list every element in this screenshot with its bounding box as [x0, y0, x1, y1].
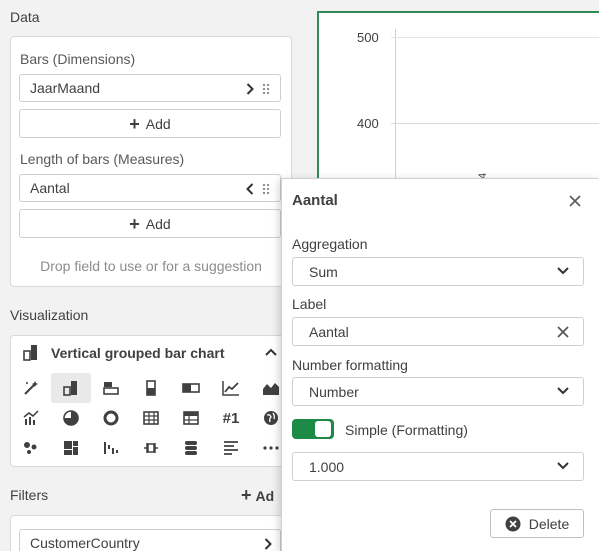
clear-icon[interactable] [557, 326, 569, 338]
chevron-down-icon [557, 267, 569, 275]
treemap-icon[interactable] [51, 433, 91, 463]
add-measure-label: Add [145, 215, 171, 232]
format-pattern-value: 1.000 [309, 459, 345, 475]
y-tick-400: 400 [357, 116, 379, 131]
delete-label: Delete [528, 515, 570, 532]
chevron-right-icon[interactable] [246, 83, 254, 95]
delete-button[interactable]: Delete [490, 509, 584, 538]
viz-row-2: #1 [11, 403, 291, 433]
aggregation-value: Sum [309, 264, 338, 280]
add-measure-button[interactable]: + Add [19, 209, 281, 238]
distribution-plot-icon[interactable] [91, 433, 131, 463]
drop-hint: Drop field to use or for a suggestion [40, 258, 262, 274]
chevron-up-icon[interactable] [265, 348, 277, 356]
aggregation-label: Aggregation [292, 236, 368, 252]
auto-chart-icon[interactable] [11, 373, 51, 403]
box-plot-icon[interactable] [131, 433, 171, 463]
filter-field-label: CustomerCountry [30, 535, 140, 551]
plus-icon: + [129, 113, 140, 134]
visualization-section-title: Visualization [10, 307, 89, 323]
number-formatting-value: Number [309, 384, 359, 400]
close-icon[interactable] [569, 195, 581, 207]
chevron-right-icon[interactable] [264, 538, 272, 550]
gauge-bar-icon[interactable] [171, 373, 211, 403]
donut-chart-icon[interactable] [91, 403, 131, 433]
toggle-knob [315, 421, 331, 437]
filters-section-title: Filters [10, 487, 49, 503]
add-dimension-button[interactable]: + Add [19, 109, 281, 138]
filter-field-customercountry[interactable]: CustomerCountry [19, 529, 281, 551]
combo-chart-icon[interactable] [11, 403, 51, 433]
pie-chart-icon[interactable] [51, 403, 91, 433]
chevron-down-icon [557, 462, 569, 470]
bullet-chart-icon[interactable] [131, 373, 171, 403]
simple-formatting-toggle[interactable] [292, 419, 334, 439]
popover-title: Aantal [292, 192, 338, 209]
data-panel: Bars (Dimensions) JaarMaand + Add Length… [10, 36, 292, 287]
measure-field-label: Aantal [30, 180, 70, 196]
dimension-field-label: JaarMaand [30, 80, 101, 96]
delete-icon [505, 516, 521, 531]
viz-row-1 [11, 373, 291, 403]
gridline-400 [391, 123, 599, 124]
dimension-field-jaarmaand[interactable]: JaarMaand [19, 74, 281, 102]
visualization-panel: Vertical grouped bar chart #1 [10, 335, 292, 467]
selected-chart-type: Vertical grouped bar chart [51, 345, 225, 361]
plus-icon: + [129, 213, 140, 234]
bar-chart-icon [23, 345, 37, 361]
add-filter-button[interactable]: + Ad [241, 485, 274, 506]
number-formatting-label: Number formatting [292, 357, 408, 373]
chevron-down-icon [557, 387, 569, 395]
measure-properties-popover: Aantal Aggregation Sum Label Aantal Numb… [281, 178, 599, 551]
y-tick-500: 500 [357, 30, 379, 45]
table-icon[interactable] [131, 403, 171, 433]
add-filter-label: Ad [255, 487, 275, 504]
dimensions-label: Bars (Dimensions) [20, 51, 136, 67]
plus-icon: + [241, 485, 252, 505]
drag-handle-icon[interactable] [262, 83, 270, 95]
number-formatting-select[interactable]: Number [292, 377, 584, 406]
kpi-icon[interactable]: #1 [211, 403, 251, 433]
data-section-title: Data [10, 9, 40, 25]
measures-label: Length of bars (Measures) [20, 151, 185, 167]
aggregation-select[interactable]: Sum [292, 257, 584, 286]
drag-handle-icon[interactable] [262, 183, 270, 195]
scatter-plot-icon[interactable] [11, 433, 51, 463]
simple-formatting-label: Simple (Formatting) [345, 422, 468, 438]
text-image-icon[interactable] [211, 433, 251, 463]
pivot-table-icon[interactable] [171, 403, 211, 433]
label-field-label: Label [292, 296, 327, 312]
format-pattern-select[interactable]: 1.000 [292, 452, 584, 481]
add-dimension-label: Add [145, 115, 171, 132]
label-input-value: Aantal [309, 324, 349, 340]
bar-chart-option-icon[interactable] [51, 373, 91, 403]
viz-row-3 [11, 433, 291, 463]
measure-field-aantal[interactable]: Aantal [19, 174, 281, 202]
line-chart-icon[interactable] [211, 373, 251, 403]
stacked-bar-icon[interactable] [91, 373, 131, 403]
gridline-500 [391, 37, 599, 38]
label-input[interactable]: Aantal [292, 317, 584, 346]
chart-type-selector[interactable]: Vertical grouped bar chart [11, 336, 291, 370]
chevron-left-icon[interactable] [246, 183, 254, 195]
filters-panel: CustomerCountry [10, 515, 292, 551]
mekko-chart-icon[interactable] [171, 433, 211, 463]
